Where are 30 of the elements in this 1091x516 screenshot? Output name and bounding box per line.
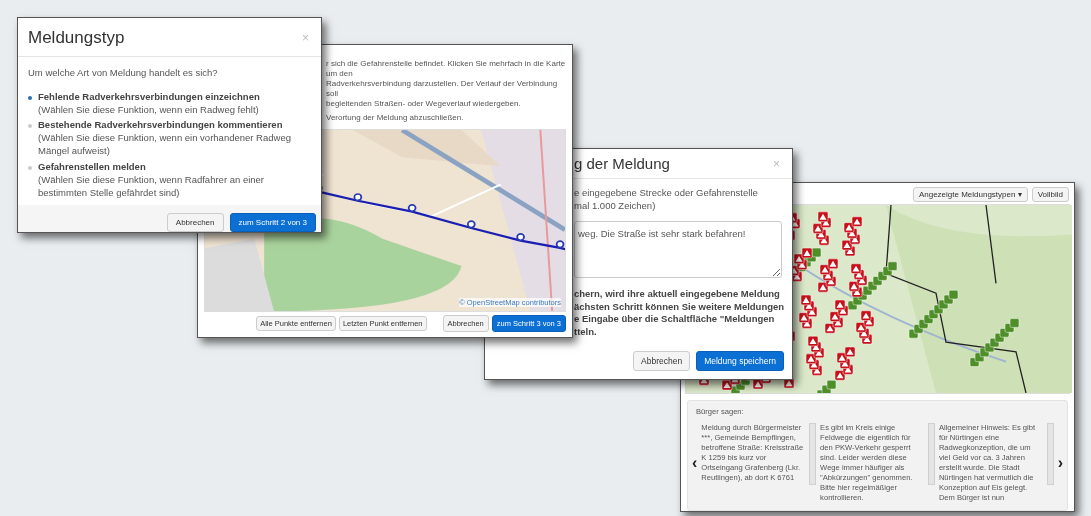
option-label[interactable]: Fehlende Radverkehrsverbindungen einzeichnen xyxy=(38,90,260,104)
note-text: chern, wird ihre aktuell eingegebene Meldung xyxy=(574,287,781,301)
option-bullet[interactable] xyxy=(28,95,32,100)
option-label[interactable]: Bestehende Radverkehrsverbindungen kommentieren xyxy=(38,119,311,133)
next-button[interactable]: Meldung speichern xyxy=(696,351,784,371)
option-hint: (Wählen Sie diese Funktion, wenn ein vorhandener Radweg Mängel aufweist) xyxy=(38,132,292,158)
scrollbar[interactable] xyxy=(927,423,935,486)
scrollbar[interactable] xyxy=(809,423,817,486)
question-text: Um welche Art von Meldung handelt es sich? xyxy=(28,67,219,80)
dialog-title: Meldungstyp xyxy=(28,28,125,48)
option-hint: (Wählen Sie diese Funktion, wenn ein Radweg fehlt) xyxy=(38,103,260,117)
note-text: tteln. xyxy=(574,326,598,339)
fullscreen-button[interactable]: Vollbild xyxy=(1031,187,1069,202)
description-input[interactable]: weg. Die Straße ist sehr stark befahren! xyxy=(574,220,782,278)
next-button[interactable]: › xyxy=(1057,454,1063,473)
next-button[interactable]: zum Schritt 2 von 3 xyxy=(229,213,316,232)
previous-button[interactable]: ‹ xyxy=(692,454,698,473)
note-text: ächsten Schritt können Sie weitere Meldungen xyxy=(574,300,786,314)
option-label[interactable]: Gefahrenstellen melden xyxy=(38,160,311,174)
option-hint: (Wählen Sie diese Funktion, wenn Radfahrer an einer bestimmten Stelle gefährdet sind) xyxy=(38,173,265,200)
scrollbar[interactable] xyxy=(1046,423,1054,486)
prompt-text: e eingegebene Strecke oder Gefahrenstelle xyxy=(574,187,759,200)
instruction-text: r sich die Gefahrenstelle befindet. Klicken Sie mehrfach in die Karte um den xyxy=(326,59,566,79)
dialog-title: g der Meldung xyxy=(574,155,670,172)
cancel-button[interactable]: Abbrechen xyxy=(633,351,691,371)
cancel-button[interactable]: Abbrechen xyxy=(166,213,224,232)
instruction-text: Verortung der Meldung abzuschließen. xyxy=(326,112,465,123)
instruction-text: begleitenden Straßen- oder Wegeverlauf wiedergeben. xyxy=(326,99,522,109)
filter-dropdown[interactable]: Angezeigte Meldungstypen ▾ xyxy=(912,187,1028,202)
note-text: e Eingabe über die Schaltfläche "Meldungen xyxy=(574,313,776,327)
